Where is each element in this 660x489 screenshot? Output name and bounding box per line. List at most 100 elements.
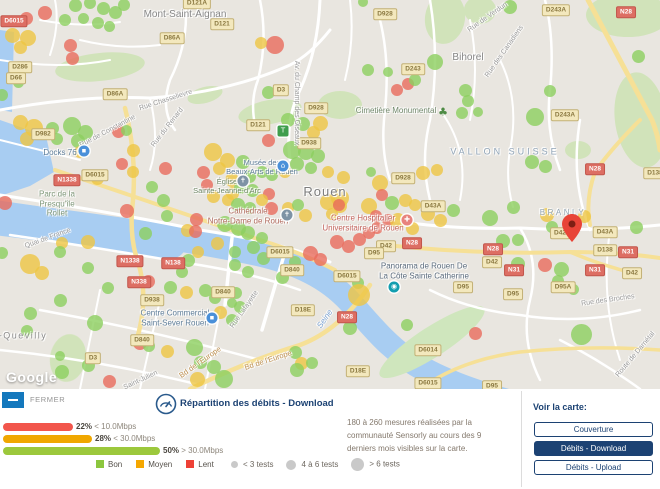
map-dot-y <box>255 37 267 49</box>
road-badge: D66 <box>6 72 26 84</box>
tree-icon[interactable]: ♣ <box>438 107 449 118</box>
quality-swatch <box>96 460 104 468</box>
map-dot-y <box>431 164 443 176</box>
road-badge: D243A <box>541 4 571 16</box>
google-logo[interactable]: Google <box>6 369 57 385</box>
map-dot-g <box>362 64 374 76</box>
road-badge: D6015 <box>0 15 28 27</box>
map-dot-y <box>210 236 224 250</box>
map-label: Centre Commercial Saint-Sever Rouen <box>140 308 210 327</box>
measurement-note: 180 à 260 mesures réalisées par la commun… <box>347 418 482 453</box>
map-dot-r <box>102 374 116 388</box>
map-label: Église Sainte-Jeanne-d'Arc <box>193 177 261 195</box>
map-dot-g <box>138 226 152 240</box>
sensorly-map-page: D6015 D121A D121 D86A D286 D66 D86A D3 D928 D243A… <box>0 0 660 489</box>
quality-legend: Bon Moyen Lent <box>96 460 228 469</box>
museum-icon[interactable]: ⌂ <box>277 160 289 172</box>
hospital-icon[interactable]: ✚ <box>401 214 413 226</box>
panorama-icon[interactable]: ◉ <box>388 281 400 293</box>
road-badge: D286 <box>8 61 32 73</box>
map-dot-g <box>156 193 170 207</box>
map-dot-g <box>456 107 468 119</box>
map-label: Docks 76 <box>43 148 77 158</box>
map-dot-g <box>526 108 544 126</box>
view-button-d-bits-upload[interactable]: Débits - Upload <box>534 460 653 475</box>
quality-swatch <box>136 460 145 468</box>
fermer-label[interactable]: FERMER <box>30 395 65 404</box>
map-label: VALLON SUISSE <box>450 146 560 157</box>
map-label: Av. du Champ des Oiseaux <box>293 60 301 146</box>
map-dot-g <box>506 200 520 214</box>
gauge-icon <box>155 393 177 415</box>
map-dot-r <box>116 158 128 170</box>
road-badge: N31 <box>504 264 524 276</box>
map-dot-g <box>229 246 241 258</box>
map-dot-g <box>631 49 645 63</box>
map-dot-y <box>81 235 95 249</box>
road-badge: N28 <box>585 163 605 175</box>
map-canvas[interactable]: D6015 D121A D121 D86A D286 D66 D86A D3 D928 D243A… <box>0 0 660 389</box>
view-button-couverture[interactable]: Couverture <box>534 422 653 437</box>
map-dot-y <box>35 266 49 280</box>
road-badge: D43A <box>592 226 618 238</box>
map-dot-g <box>215 370 233 388</box>
map-dot-g <box>53 293 67 307</box>
road-badge: D928 <box>304 102 328 114</box>
map-label: Bihorel <box>452 52 484 63</box>
map-dot-y <box>127 166 139 178</box>
church-icon[interactable]: ✝ <box>281 209 293 221</box>
shopping-icon[interactable]: ▪ <box>78 145 90 157</box>
road-badge: D121A <box>182 0 212 9</box>
map-dot-g <box>570 323 592 345</box>
map-dot-r <box>158 161 172 175</box>
quality-legend-item: Moyen <box>136 460 172 469</box>
map-dot-r <box>333 199 345 211</box>
road-badge: N28 <box>616 6 636 18</box>
road-badge: D95 <box>503 288 523 300</box>
map-dot-g <box>55 351 65 361</box>
map-dot-r <box>65 51 79 65</box>
map-dot-y <box>322 166 334 178</box>
map-marker-pin[interactable] <box>562 214 582 242</box>
road-badge: D3 <box>84 352 102 364</box>
map-dot-g <box>629 220 643 234</box>
church-icon[interactable]: ✝ <box>237 175 249 187</box>
speed-bar-row: 50% > 30.0Mbps <box>3 442 223 455</box>
map-dot-g <box>92 17 104 29</box>
road-badge: N28 <box>402 237 422 249</box>
map-dot-r <box>391 84 403 96</box>
road-badge: D42 <box>482 256 502 268</box>
map-dot-y <box>189 371 205 387</box>
road-badge: D938 <box>297 137 321 149</box>
shopping-icon[interactable]: ▪ <box>206 312 218 324</box>
transit-icon[interactable]: T <box>277 125 289 137</box>
map-dot-g <box>409 74 421 86</box>
road-badge: D6014 <box>414 344 442 356</box>
map-dot-r <box>266 36 284 54</box>
road-badge: D121 <box>246 119 270 131</box>
map-dot-g <box>446 203 460 217</box>
test-count-dot <box>351 458 365 471</box>
road-badge: D3 <box>272 84 290 96</box>
map-label: t-Quevilly <box>0 330 48 341</box>
map-dot-y <box>179 285 193 299</box>
map-dot-g <box>242 266 254 278</box>
test-legend-item: < 3 tests <box>231 460 273 469</box>
map-dot-g <box>343 321 357 335</box>
road-badge: D95 <box>482 380 502 389</box>
map-dot-g <box>23 306 37 320</box>
map-label: Rouen <box>303 184 347 200</box>
test-legend-item: > 6 tests <box>351 458 400 471</box>
map-dot-r <box>313 252 327 266</box>
map-dot-g <box>401 319 413 331</box>
road-badge: D840 <box>280 264 304 276</box>
map-dot-r <box>189 212 203 226</box>
speed-bar <box>3 446 160 455</box>
view-button-d-bits-download[interactable]: Débits - Download <box>534 441 653 456</box>
fermer-button[interactable] <box>2 392 24 408</box>
map-dot-g <box>306 357 318 369</box>
map-dot-r <box>188 224 202 238</box>
road-badge: D86A <box>102 88 128 100</box>
map-dot-g <box>385 196 399 210</box>
map-label: Cathédrale Notre-Dame de Rouen <box>207 206 289 225</box>
